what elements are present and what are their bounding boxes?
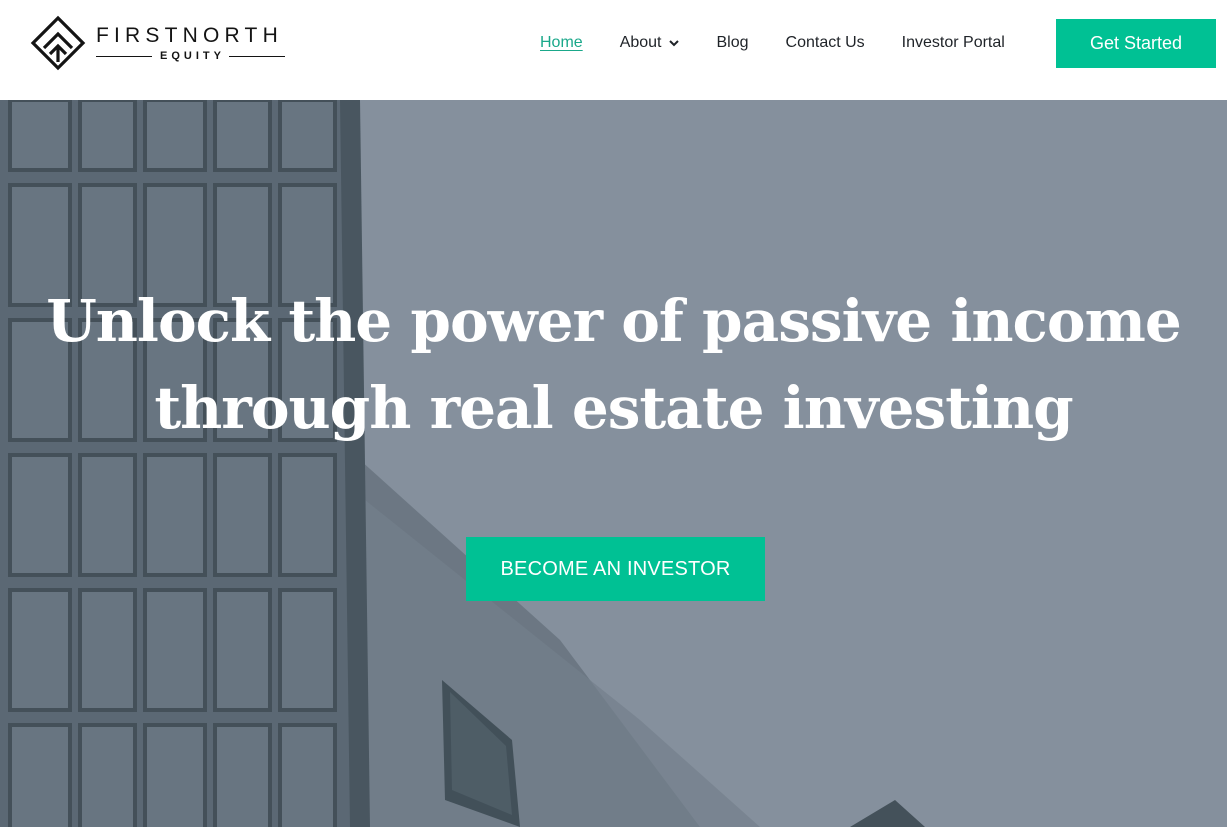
nav-item-label: About [619,34,662,51]
brand-wordmark: FIRSTNORTH EQUITY [96,24,285,62]
hero-section: Unlock the power of passive income throu… [0,100,1227,827]
nav-item-investor-portal[interactable]: Investor Portal [902,34,1005,52]
nav-item-about[interactable]: About [620,34,680,52]
nav-item-home[interactable]: Home [540,34,583,52]
hero-building-image [0,100,1227,827]
main-nav: Home About Blog Contact Us Investor Port… [540,0,1042,86]
brand-rule-right [228,55,285,57]
brand-sub: EQUITY [160,50,225,62]
nav-item-label: Investor Portal [901,34,1005,51]
nav-item-label: Home [540,34,583,51]
brand-logo[interactable]: FIRSTNORTH EQUITY [30,13,305,73]
become-an-investor-button[interactable]: BECOME AN INVESTOR [466,537,765,601]
chevron-down-icon [668,40,679,47]
nav-item-blog[interactable]: Blog [717,34,749,52]
diamond-chevron-logo-icon [30,15,86,71]
nav-item-label: Contact Us [785,34,865,51]
brand-sub-row: EQUITY [96,50,285,62]
brand-name: FIRSTNORTH [96,24,283,47]
get-started-button[interactable]: Get Started [1056,19,1216,68]
nav-item-contact-us[interactable]: Contact Us [786,34,865,52]
hero-title: Unlock the power of passive income throu… [46,287,1182,442]
nav-item-label: Blog [716,34,749,51]
site-header: FIRSTNORTH EQUITY Home About Blog Contac… [0,0,1227,100]
brand-rule-left [96,55,152,57]
